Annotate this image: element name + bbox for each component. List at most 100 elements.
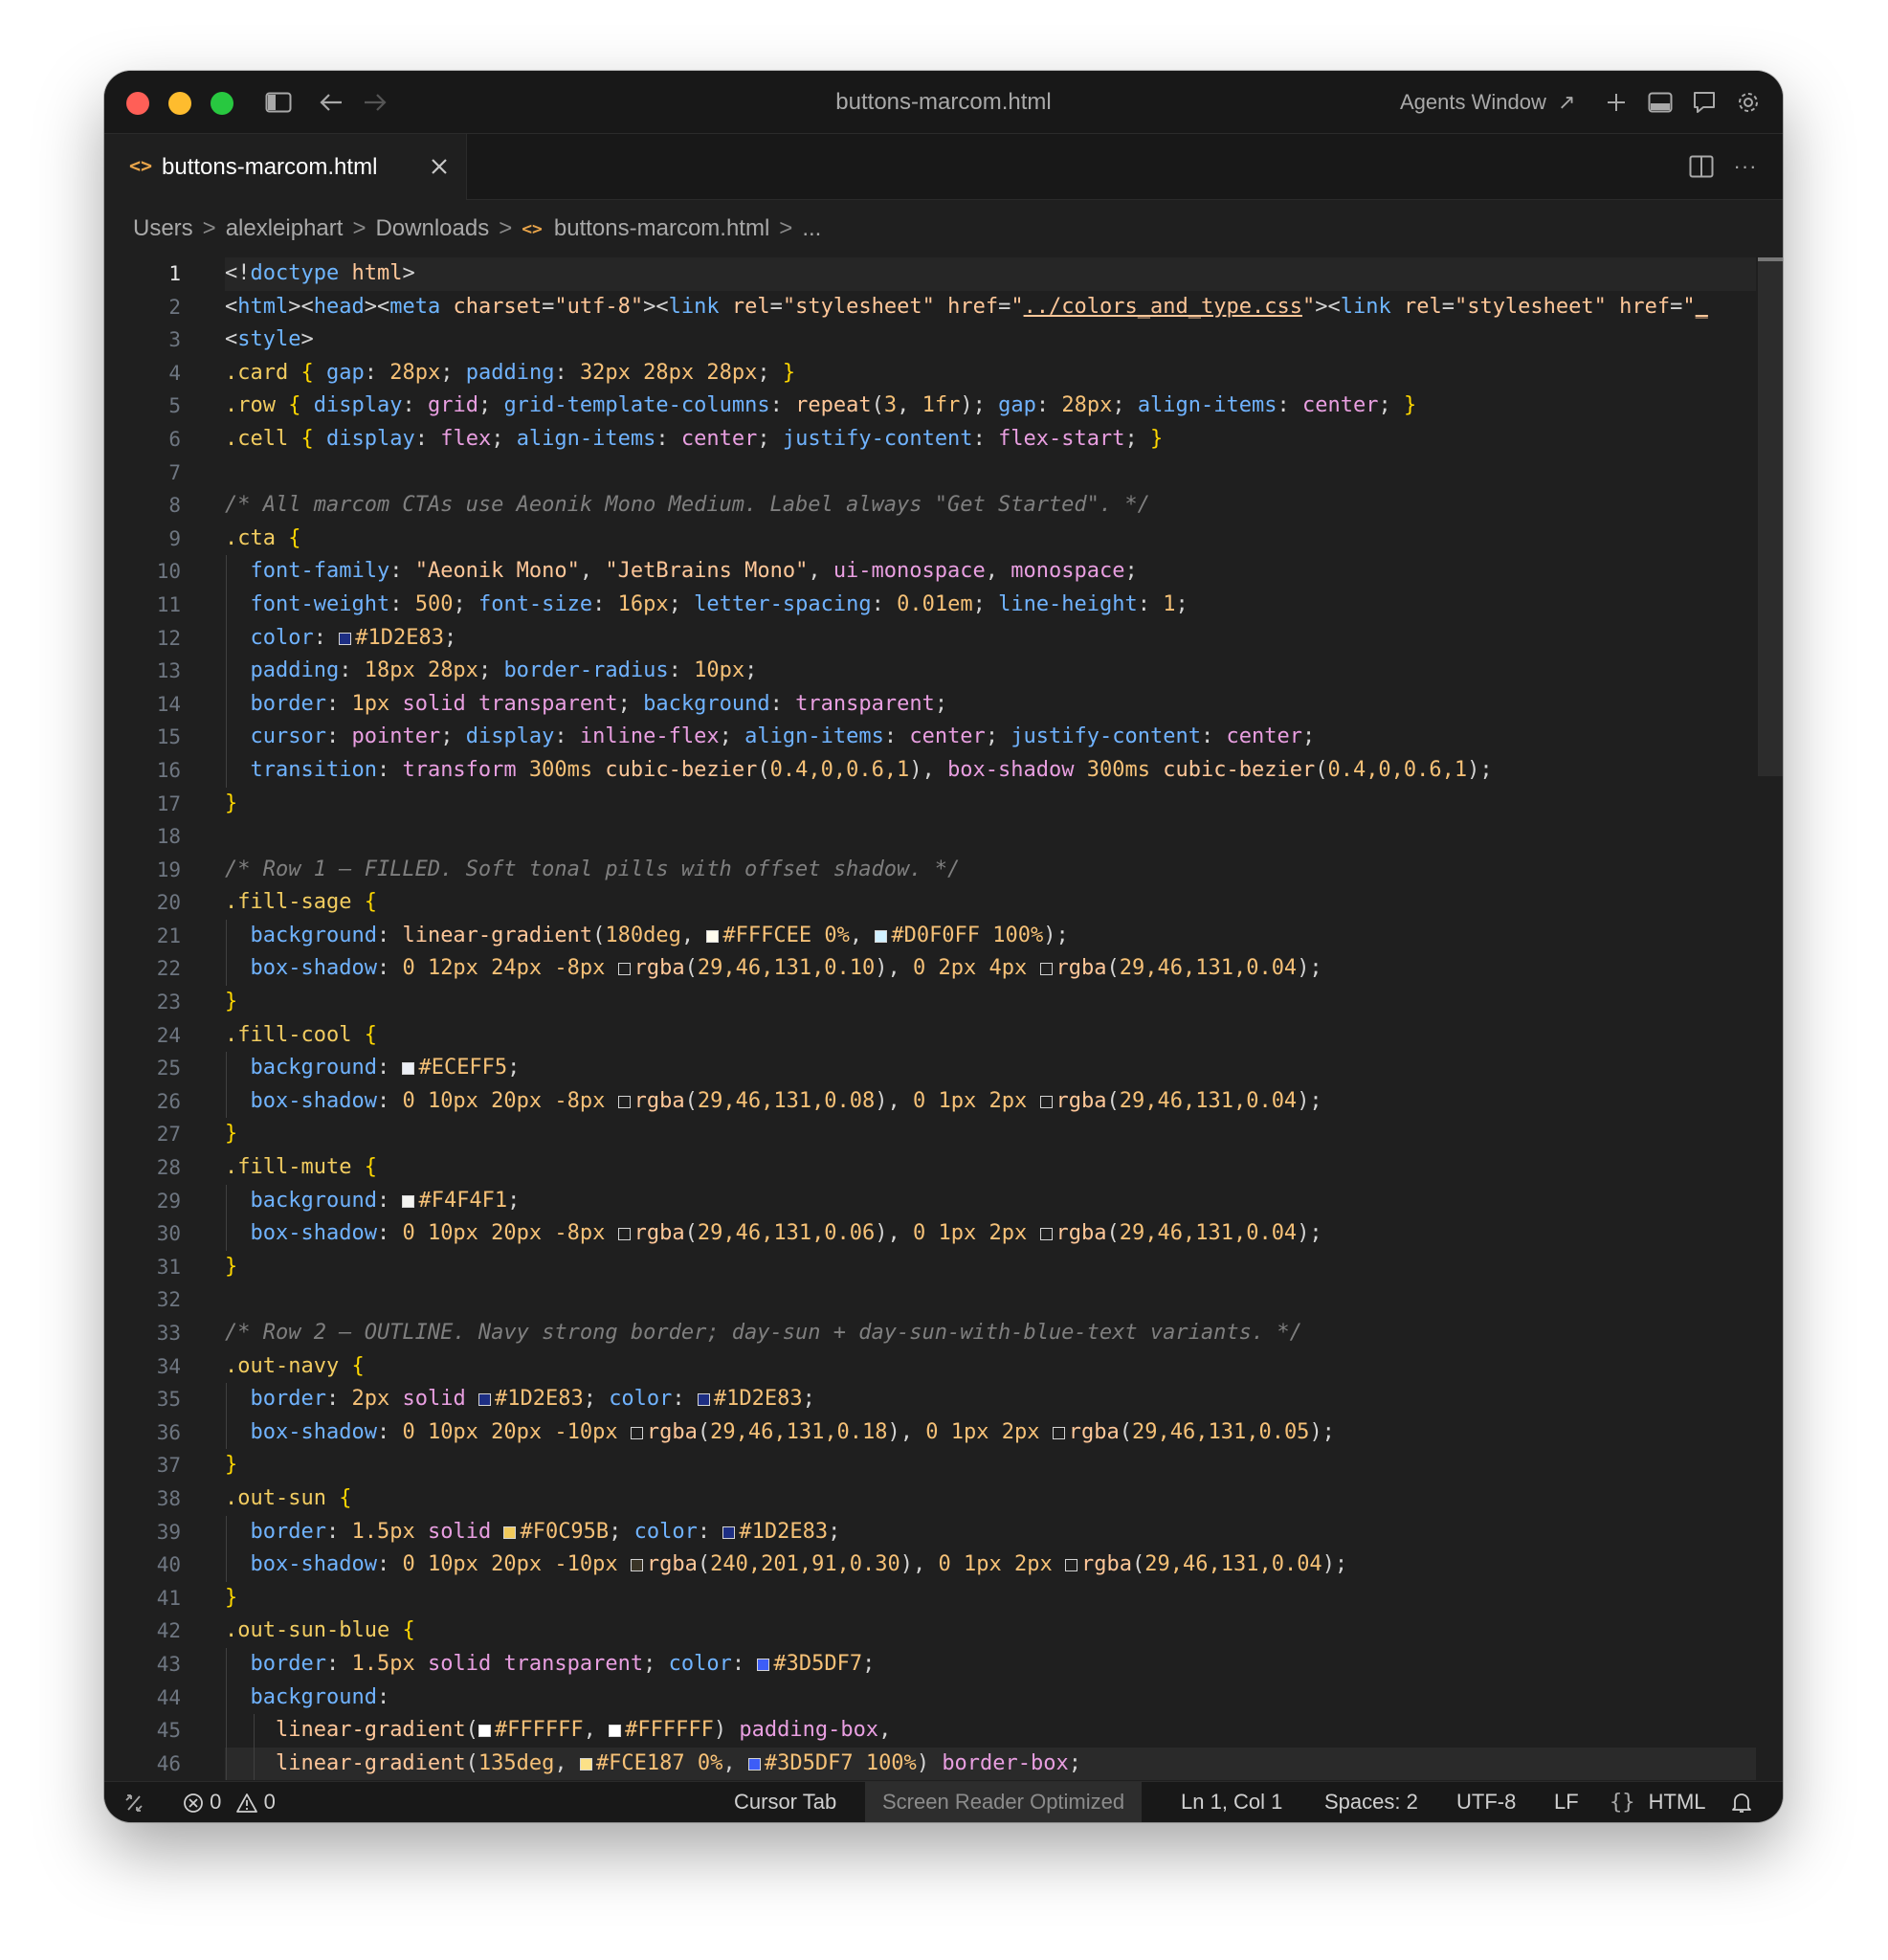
code-token: : [554,360,580,385]
language-mode[interactable]: {} HTML [1610,1782,1706,1822]
breadcrumb-alexleiphart[interactable]: alexleiphart [226,215,344,242]
breadcrumb-file[interactable]: buttons-marcom.html [554,215,769,242]
code-line[interactable]: background: #ECEFF5; [225,1052,1756,1085]
code-line[interactable]: } [225,1582,1756,1615]
agents-window-button[interactable]: Agents Window ↗ [1400,71,1575,133]
breadcrumb-downloads[interactable]: Downloads [375,215,489,242]
code-line[interactable]: box-shadow: 0 12px 24px -8px rgba(29,46,… [225,952,1756,987]
external-arrow-icon: ↗ [1557,90,1576,114]
cursor-tab-status[interactable]: Cursor Tab [734,1782,836,1822]
code-area[interactable]: <!doctype html> <html><head><meta charset… [225,257,1756,1781]
bell-icon[interactable] [1731,1782,1752,1822]
code-line[interactable]: <!doctype html> [225,257,1756,291]
code-line[interactable]: linear-gradient(135deg, #FCE187 0%, #3D5… [225,1747,1756,1781]
chat-icon[interactable] [1688,86,1721,119]
color-swatch [617,1228,631,1241]
new-icon[interactable] [1600,86,1633,119]
breadcrumb-symbols[interactable]: ... [802,215,821,242]
problems-indicator[interactable]: 0 0 [183,1782,276,1822]
code-line[interactable]: .out-sun { [225,1482,1756,1516]
code-line[interactable]: <html><head><meta charset="utf-8"><link … [225,291,1756,324]
code-line[interactable]: .out-sun-blue { [225,1615,1756,1648]
code-token: box-shadow [250,1552,377,1577]
code-line[interactable]: border: 1px solid transparent; backgroun… [225,687,1756,722]
close-icon[interactable] [428,155,451,178]
code-token: rgba [1055,1221,1107,1246]
code-line[interactable]: padding: 18px 28px; border-radius: 10px; [225,655,1756,688]
code-token: align-items [744,724,884,749]
code-line[interactable]: } [225,1118,1756,1151]
code-token: ; [1378,393,1404,418]
code-line[interactable]: } [225,1449,1756,1482]
line-number: 39 [156,1520,181,1544]
code-line[interactable]: transition: transform 300ms cubic-bezier… [225,753,1756,788]
code-line[interactable]: linear-gradient(#FFFFFF, #FFFFFF) paddin… [225,1714,1756,1748]
code-line[interactable]: border: 2px solid #1D2E83; color: #1D2E8… [225,1383,1756,1416]
code-token: ( [684,1221,698,1246]
line-number: 30 [156,1222,181,1246]
gear-icon[interactable] [1732,86,1765,119]
code-line[interactable]: } [225,986,1756,1019]
code-token: ), [875,1088,914,1113]
code-line[interactable]: /* Row 1 — FILLED. Soft tonal pills with… [225,854,1756,887]
code-line[interactable] [225,457,1756,490]
color-swatch [402,1062,415,1076]
code-line[interactable]: .out-navy { [225,1350,1756,1384]
panel-icon[interactable] [1644,86,1677,119]
code-line[interactable]: box-shadow: 0 10px 20px -10px rgba(240,2… [225,1548,1756,1582]
code-line[interactable]: } [225,1251,1756,1284]
code-token: < [225,294,238,319]
code-line[interactable]: color: #1D2E83; [225,621,1756,656]
code-line[interactable]: .row { display: grid; grid-template-colu… [225,390,1756,423]
code-token: linear-gradient [402,923,593,947]
remote-icon[interactable] [123,1782,144,1822]
code-line[interactable]: font-weight: 500; font-size: 16px; lette… [225,588,1756,622]
more-icon[interactable]: ··· [1730,150,1761,183]
code-line[interactable]: .card { gap: 28px; padding: 32px 28px 28… [225,357,1756,390]
eol-status[interactable]: LF [1554,1782,1579,1822]
code-line[interactable]: <style> [225,323,1756,357]
indentation-status[interactable]: Spaces: 2 [1324,1782,1418,1822]
code-line[interactable]: border: 1.5px solid transparent; color: … [225,1647,1756,1682]
split-editor-icon[interactable] [1686,150,1717,183]
code-token: 29,46,131,0.04 [1119,1088,1298,1113]
code-line[interactable]: background: #F4F4F1; [225,1184,1756,1218]
code-line[interactable]: cursor: pointer; display: inline-flex; a… [225,721,1756,754]
code-line[interactable] [225,820,1756,854]
code-line[interactable]: background: linear-gradient(180deg, #FFF… [225,919,1756,953]
tab-buttons-marcom[interactable]: <> buttons-marcom.html [104,134,467,200]
code-line[interactable]: background: [225,1681,1756,1715]
code-line[interactable]: /* All marcom CTAs use Aeonik Mono Mediu… [225,489,1756,523]
screen-reader-status[interactable]: Screen Reader Optimized [865,1782,1143,1822]
code-token: >< [288,294,314,319]
encoding-status[interactable]: UTF-8 [1456,1782,1516,1822]
breadcrumb-users[interactable]: Users [133,215,193,242]
code-line[interactable]: } [225,788,1756,821]
code-line[interactable]: box-shadow: 0 10px 20px -10px rgba(29,46… [225,1415,1756,1450]
code-line[interactable] [225,1283,1756,1317]
code-line[interactable]: /* Row 2 — OUTLINE. Navy strong border; … [225,1317,1756,1350]
code-token: solid transparent [402,691,618,716]
code-line[interactable]: .fill-sage { [225,886,1756,920]
scrollbar-thumb[interactable] [1758,257,1783,776]
indent-guide [226,1184,227,1218]
line-number: 27 [156,1123,181,1147]
code-token: : [376,1684,390,1709]
code-line[interactable]: .fill-cool { [225,1019,1756,1053]
code-token: , [554,1750,580,1775]
code-token: rel [1403,294,1442,319]
code-editor[interactable]: 1 2 3 4 5 6 7 8 9 10 11 12 13 14 15 16 17 18 19 20 21 22 23 24 2… [104,257,1783,1782]
code-line[interactable]: box-shadow: 0 10px 20px -8px rgba(29,46,… [225,1084,1756,1119]
code-line[interactable]: font-family: "Aeonik Mono", "JetBrains M… [225,555,1756,589]
code-line[interactable]: .fill-mute { [225,1151,1756,1185]
code-line[interactable]: .cell { display: flex; align-items: cent… [225,423,1756,457]
code-line[interactable]: border: 1.5px solid #F0C95B; color: #1D2… [225,1515,1756,1549]
code-token: #1D2E83 [713,1387,803,1412]
cursor-position[interactable]: Ln 1, Col 1 [1181,1782,1282,1822]
code-token: flex [440,426,492,451]
code-line[interactable]: .cta { [225,523,1756,556]
code-line[interactable]: box-shadow: 0 10px 20px -8px rgba(29,46,… [225,1217,1756,1251]
